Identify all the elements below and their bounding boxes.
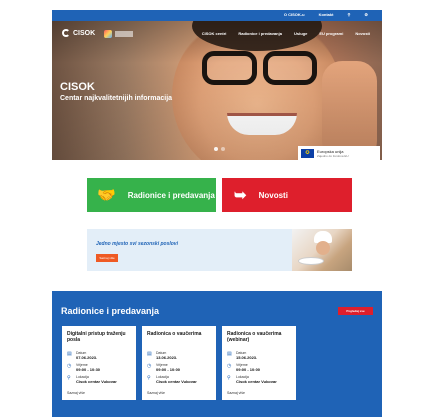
logo-text: CISOK bbox=[73, 29, 96, 37]
top-links: O CISOK-u Kontakt ⚲ ⚙ bbox=[284, 12, 368, 17]
calendar-icon: ▤ bbox=[147, 351, 152, 357]
carousel-dots[interactable] bbox=[214, 147, 225, 151]
logo-mark-icon bbox=[62, 29, 70, 37]
hero-banner: CISOK CISOK centri Radionice i predavanj… bbox=[52, 21, 382, 160]
partner-logo bbox=[104, 30, 133, 38]
event-title: Radionica o vaučerima bbox=[147, 331, 202, 337]
event-title: Radionica o vaučerima (webinar) bbox=[227, 331, 282, 343]
handshake-icon: 🤝 bbox=[97, 187, 116, 204]
calendar-icon: ▤ bbox=[67, 351, 72, 357]
chef-photo bbox=[292, 229, 352, 271]
view-all-button[interactable]: Pogledaj sve bbox=[338, 307, 373, 315]
clock-icon: ◷ bbox=[147, 363, 152, 369]
clock-icon: ◷ bbox=[67, 363, 72, 369]
tile-radionice[interactable]: 🤝 Radionice i predavanja bbox=[87, 178, 216, 212]
carousel-dot[interactable] bbox=[221, 147, 225, 151]
nav-item-radionice[interactable]: Radionice i predavanja bbox=[238, 31, 282, 36]
main-nav: CISOK centri Radionice i predavanja Uslu… bbox=[202, 31, 370, 36]
eu-badge: ✪ Europska unija Zajedno do fondova EU bbox=[298, 146, 380, 160]
nav-item-usluge[interactable]: Usluge bbox=[294, 31, 307, 36]
promo-button[interactable]: Saznaj više bbox=[96, 254, 118, 262]
events-title: Radionice i predavanja bbox=[61, 306, 160, 316]
hero-heading: CISOK Centar najkvalitetnijih informacij… bbox=[60, 81, 172, 102]
events-section: Radionice i predavanja Pogledaj sve Digi… bbox=[52, 291, 382, 417]
eu-flag-icon: ✪ bbox=[301, 148, 314, 158]
event-date: 13.06.2023. bbox=[156, 355, 178, 360]
event-more-link[interactable]: Saznaj više bbox=[147, 391, 165, 395]
event-more-link[interactable]: Saznaj više bbox=[227, 391, 245, 395]
clock-icon: ◷ bbox=[227, 363, 232, 369]
event-time: 09:00 - 10:00 bbox=[156, 367, 181, 372]
seasonal-jobs-banner[interactable]: Jedno mjesto svi sezonski poslovi Saznaj… bbox=[87, 229, 352, 271]
top-link-contact[interactable]: Kontakt bbox=[319, 12, 334, 17]
event-card[interactable]: Radionica o vaučerima (webinar) ▤ Datum … bbox=[222, 326, 296, 400]
megaphone-icon: ➥ bbox=[234, 187, 247, 204]
calendar-icon: ▤ bbox=[227, 351, 232, 357]
carousel-dot[interactable] bbox=[214, 147, 218, 151]
eu-line2: Zajedno do fondova EU bbox=[317, 153, 349, 158]
event-more-link[interactable]: Saznaj više bbox=[67, 391, 85, 395]
top-bar: O CISOK-u Kontakt ⚲ ⚙ bbox=[52, 10, 382, 21]
event-card[interactable]: Radionica o vaučerima ▤ Datum 13.06.2023… bbox=[142, 326, 216, 400]
tile-novosti-label: Novosti bbox=[258, 190, 288, 200]
top-link-about[interactable]: O CISOK-u bbox=[284, 12, 305, 17]
tile-radionice-label: Radionice i predavanja bbox=[127, 190, 215, 200]
event-time: 09:00 - 10:30 bbox=[76, 367, 101, 372]
event-time: 09:00 - 10:00 bbox=[236, 367, 261, 372]
nav-item-novosti[interactable]: Novosti bbox=[355, 31, 370, 36]
tile-novosti[interactable]: ➥ Novosti bbox=[222, 178, 352, 212]
hero-title: CISOK bbox=[60, 81, 95, 93]
promo-text: Jedno mjesto svi sezonski poslovi bbox=[96, 241, 178, 247]
search-icon[interactable]: ⚲ bbox=[347, 12, 350, 17]
nav-item-centri[interactable]: CISOK centri bbox=[202, 31, 227, 36]
gear-icon[interactable]: ⚙ bbox=[364, 12, 368, 17]
event-location: Cisok centar Vukovar bbox=[236, 379, 277, 384]
event-date: 15.06.2023. bbox=[236, 355, 258, 360]
cisok-logo[interactable]: CISOK bbox=[62, 29, 95, 37]
partner-badge-icon bbox=[104, 30, 112, 38]
event-card[interactable]: Digitalni pristup traženju posla ▤ Datum… bbox=[62, 326, 136, 400]
nav-item-eu-programi[interactable]: EU programi bbox=[319, 31, 343, 36]
location-icon: ⚲ bbox=[227, 375, 231, 381]
location-icon: ⚲ bbox=[147, 375, 151, 381]
event-date: 07.06.2023. bbox=[76, 355, 98, 360]
location-icon: ⚲ bbox=[67, 375, 71, 381]
event-location: Cisok centar Vukovar bbox=[156, 379, 197, 384]
event-location: Cisok centar Vukovar bbox=[76, 379, 117, 384]
hero-subtitle: Centar najkvalitetnijih informacija bbox=[60, 95, 173, 102]
event-title: Digitalni pristup traženju posla bbox=[67, 331, 126, 343]
